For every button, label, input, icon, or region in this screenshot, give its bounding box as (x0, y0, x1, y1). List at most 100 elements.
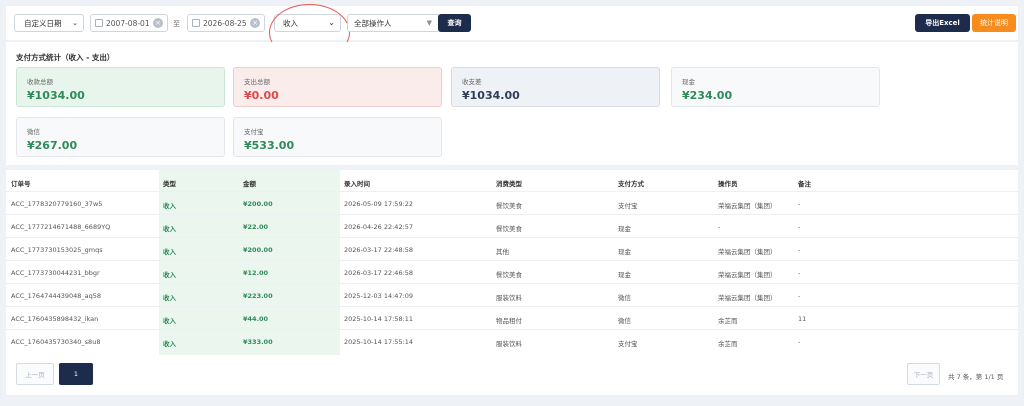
prev-page-button[interactable]: 上一页 (16, 363, 54, 385)
table-row[interactable]: ACC_1773730044231_bbgr 收入 ¥12.00 2026-03… (6, 260, 1018, 283)
category-cell: 其他 (496, 248, 509, 256)
amount-cell: ¥44.00 (243, 315, 269, 323)
payment-cell: 现金 (618, 225, 631, 233)
time-cell: 2026-03-17 22:46:58 (344, 269, 414, 277)
table-row[interactable]: ACC_1764744439048_aq58 收入 ¥223.00 2025-1… (6, 283, 1018, 306)
type-cell: 收入 (163, 202, 176, 210)
card-label: 收支差 (462, 78, 482, 86)
type-value: 收入 (283, 18, 298, 28)
type-cell: 收入 (163, 317, 176, 325)
payment-cell: 支付宝 (618, 340, 638, 348)
payment-cell: 微信 (618, 294, 631, 302)
order-id: ACC_1760435730340_s8u8 (11, 338, 101, 346)
expense-total-card: 支出总额 ¥0.00 (233, 67, 442, 107)
chevron-down-icon: ⌄ (72, 19, 78, 27)
time-cell: 2025-10-14 17:55:14 (344, 338, 414, 346)
amount-cell: ¥22.00 (243, 223, 269, 231)
date-type-select[interactable]: 自定义日期 ⌄ (14, 14, 84, 32)
note-cell: - (798, 292, 801, 300)
time-cell: 2026-04-26 22:42:57 (344, 223, 414, 231)
operator-cell: 荣福云集团（集团） (718, 271, 777, 279)
table-row[interactable]: ACC_1773730153025_gmqs 收入 ¥200.00 2026-0… (6, 237, 1018, 260)
order-id: ACC_1764744439048_aq58 (11, 292, 102, 300)
type-cell: 收入 (163, 248, 176, 256)
time-cell: 2026-03-17 22:48:58 (344, 246, 414, 254)
operator-select[interactable]: 全部操作人 ▼ (347, 14, 440, 32)
category-cell: 餐饮美食 (496, 202, 522, 210)
note-cell: 11 (798, 315, 807, 323)
balance-card: 收支差 ¥1034.00 (451, 67, 660, 107)
order-id: ACC_1777214671488_6689YQ (11, 223, 111, 231)
note-cell: - (798, 223, 801, 231)
query-button[interactable]: 查询 (438, 14, 471, 32)
payment-cell: 支付宝 (618, 202, 638, 210)
table-row[interactable]: ACC_1760435730340_s8u8 收入 ¥333.00 2025-1… (6, 329, 1018, 352)
category-cell: 物品租付 (496, 317, 522, 325)
note-cell: - (798, 338, 801, 346)
category-cell: 服装饮料 (496, 294, 522, 302)
card-label: 现金 (682, 78, 695, 86)
column-header: 金额 (243, 180, 256, 188)
income-total-card: 收款总额 ¥1034.00 (16, 67, 225, 107)
date-type-value: 自定义日期 (24, 18, 62, 28)
table-row[interactable]: ACC_1778320779160_37w5 收入 ¥200.00 2026-0… (6, 191, 1018, 214)
column-header: 备注 (798, 180, 811, 188)
payment-cell: 现金 (618, 248, 631, 256)
table-row[interactable]: ACC_1777214671488_6689YQ 收入 ¥22.00 2026-… (6, 214, 1018, 237)
date-range-separator: 至 (173, 20, 180, 28)
end-date-value: 2026-08-25 (203, 18, 247, 28)
card-label: 支付宝 (244, 128, 264, 136)
operator-value: 全部操作人 (354, 18, 392, 28)
operator-cell: 荣福云集团（集团） (718, 202, 777, 210)
order-id: ACC_1760435898432_ikan (11, 315, 99, 323)
calendar-icon (95, 19, 103, 27)
type-cell: 收入 (163, 340, 176, 348)
operator-cell: 荣福云集团（集团） (718, 294, 777, 302)
time-cell: 2025-10-14 17:58:11 (344, 315, 414, 323)
wechat-card: 微信 ¥267.00 (16, 117, 225, 157)
card-value: ¥234.00 (682, 89, 733, 102)
column-header: 消费类型 (496, 180, 522, 188)
column-header: 操作员 (718, 180, 738, 188)
cash-card: 现金 ¥234.00 (671, 67, 880, 107)
orders-table: 订单号 类型 金额 录入时间 消费类型 支付方式 操作员 备注 ACC_1778… (6, 170, 1018, 355)
card-label: 微信 (27, 128, 40, 136)
clear-icon[interactable]: × (250, 18, 260, 28)
operator-cell: 余芷而 (718, 340, 738, 348)
stats-help-button[interactable]: 统计说明 (972, 14, 1016, 32)
calendar-icon (192, 19, 200, 27)
export-excel-button[interactable]: 导出Excel (915, 14, 970, 32)
order-id: ACC_1773730044231_bbgr (11, 269, 100, 277)
stats-title: 支付方式统计（收入 - 支出） (16, 53, 115, 62)
operator-cell: 荣福云集团（集团） (718, 248, 777, 256)
card-value: ¥1034.00 (462, 89, 520, 102)
next-page-button[interactable]: 下一页 (907, 363, 940, 385)
table-row[interactable]: ACC_1760435898432_ikan 收入 ¥44.00 2025-10… (6, 306, 1018, 329)
time-cell: 2026-05-09 17:59:22 (344, 200, 414, 208)
card-label: 支出总额 (244, 78, 270, 86)
clear-icon[interactable]: × (153, 18, 163, 28)
caret-down-icon: ▼ (426, 19, 432, 27)
start-date-input[interactable]: 2007-08-01 × (90, 14, 168, 32)
note-cell: - (798, 246, 801, 254)
column-header: 支付方式 (618, 180, 644, 188)
note-cell: - (798, 200, 801, 208)
pagination-summary: 共 7 条，第 1/1 页 (948, 373, 1004, 381)
pagination: 上一页 1 下一页 共 7 条，第 1/1 页 (6, 355, 1018, 395)
column-header: 订单号 (11, 180, 31, 188)
card-value: ¥0.00 (244, 89, 279, 102)
page-1-button[interactable]: 1 (59, 363, 93, 385)
type-cell: 收入 (163, 271, 176, 279)
card-label: 收款总额 (27, 78, 53, 86)
category-cell: 餐饮美食 (496, 271, 522, 279)
operator-cell: - (718, 223, 721, 231)
type-select[interactable]: 收入 ⌄ (274, 14, 341, 32)
order-id: ACC_1778320779160_37w5 (11, 200, 103, 208)
order-id: ACC_1773730153025_gmqs (11, 246, 103, 254)
column-header: 类型 (163, 180, 176, 188)
amount-cell: ¥12.00 (243, 269, 269, 277)
type-cell: 收入 (163, 225, 176, 233)
end-date-input[interactable]: 2026-08-25 × (187, 14, 265, 32)
operator-cell: 余芷而 (718, 317, 738, 325)
card-value: ¥267.00 (27, 139, 78, 152)
